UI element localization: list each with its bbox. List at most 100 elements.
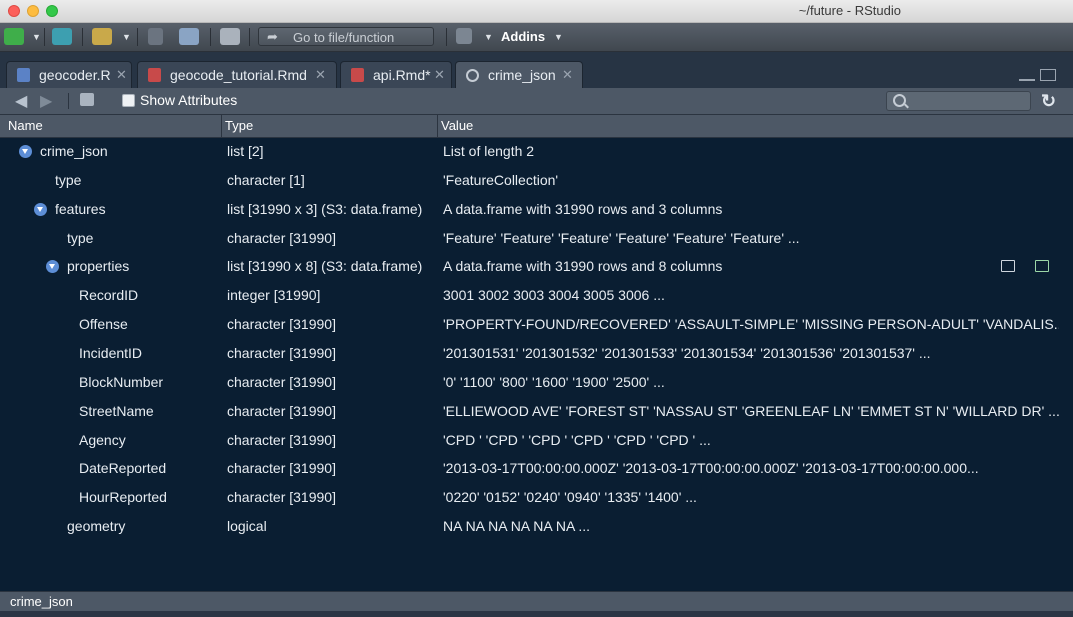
bottom-edge xyxy=(0,611,1073,617)
r-file-icon xyxy=(17,68,30,82)
tree-row[interactable]: RecordID integer [31990] 3001 3002 3003 30… xyxy=(0,281,1073,310)
row-type: character [31990] xyxy=(227,460,336,477)
column-header-row: Name Type Value xyxy=(0,115,1073,138)
row-type: logical xyxy=(227,518,267,535)
status-text: crime_json xyxy=(10,594,73,609)
row-value: 'PROPERTY-FOUND/RECOVERED' 'ASSAULT-SIMP… xyxy=(443,316,1059,333)
row-type: character [31990] xyxy=(227,229,336,246)
save-all-icon[interactable] xyxy=(179,28,199,45)
tree-row[interactable]: geometry logical NA NA NA NA NA NA ... xyxy=(0,512,1073,541)
grid-layout-icon[interactable] xyxy=(456,28,472,44)
row-value: 3001 3002 3003 3004 3005 3006 ... xyxy=(443,287,665,304)
close-tab-icon[interactable]: ✕ xyxy=(562,67,573,83)
row-value: A data.frame with 31990 rows and 8 colum… xyxy=(443,258,723,275)
tree-row[interactable]: crime_json list [2] List of length 2 xyxy=(0,137,1073,166)
minimize-pane-icon[interactable] xyxy=(1019,69,1035,81)
show-attributes-label: Show Attributes xyxy=(140,92,238,108)
new-file-dropdown-icon[interactable]: ▼ xyxy=(32,32,41,42)
new-project-icon[interactable] xyxy=(52,28,72,45)
open-file-icon[interactable] xyxy=(92,28,112,45)
close-window-button[interactable] xyxy=(8,5,20,17)
row-type: list [2] xyxy=(227,143,264,159)
maximize-pane-icon[interactable] xyxy=(1040,69,1056,81)
tree-row[interactable]: HourReported character [31990] '0220' '015… xyxy=(0,483,1073,512)
row-value: 'Feature' 'Feature' 'Feature' 'Feature' … xyxy=(443,229,800,246)
close-tab-icon[interactable]: ✕ xyxy=(116,67,127,83)
main-toolbar: ▼ ▼ ➦ Go to file/function ▼ Addins ▼ xyxy=(0,23,1073,52)
addins-dropdown-icon[interactable]: ▼ xyxy=(554,32,563,42)
row-type: list [31990 x 3] (S3: data.frame) xyxy=(227,200,423,217)
row-value: '201301531' '201301532' '201301533' '201… xyxy=(443,344,931,361)
row-value: '0220' '0152' '0240' '0940' '1335' '1400… xyxy=(443,489,697,506)
row-value: 'FeatureCollection' xyxy=(443,171,559,188)
tab-label: geocode_tutorial.Rmd xyxy=(170,67,307,83)
viewer-toolbar: ◀ ▶ Show Attributes ↻ xyxy=(0,88,1073,115)
view-table-icon[interactable] xyxy=(1001,260,1015,272)
tab-crime-json[interactable]: crime_json ✕ xyxy=(455,61,583,88)
go-to-arrow-icon: ➦ xyxy=(267,29,278,44)
open-file-dropdown-icon[interactable]: ▼ xyxy=(122,32,131,42)
tree-row[interactable]: Agency character [31990] 'CPD ' 'CPD ' 'CP… xyxy=(0,426,1073,455)
column-divider[interactable] xyxy=(221,115,222,137)
row-value: List of length 2 xyxy=(443,143,535,159)
row-type: character [31990] xyxy=(227,344,336,361)
zoom-window-button[interactable] xyxy=(46,5,58,17)
save-icon[interactable] xyxy=(148,28,163,45)
expand-toggle-icon[interactable] xyxy=(46,260,59,274)
row-value: 'CPD ' 'CPD ' 'CPD ' 'CPD ' 'CPD ' 'CPD … xyxy=(443,431,711,448)
tree-row[interactable]: BlockNumber character [31990] '0' '1100' '… xyxy=(0,368,1073,397)
tree-row[interactable]: type character [1] 'FeatureCollection' xyxy=(0,166,1073,195)
print-icon[interactable] xyxy=(220,28,240,45)
row-value: NA NA NA NA NA NA ... xyxy=(443,518,591,535)
expand-toggle-icon[interactable] xyxy=(34,202,47,216)
row-type: character [31990] xyxy=(227,431,336,448)
back-arrow-icon[interactable]: ◀ xyxy=(15,91,27,111)
column-header-name[interactable]: Name xyxy=(8,118,43,133)
tree-row[interactable]: features list [31990 x 3] (S3: data.frame… xyxy=(0,195,1073,224)
tree-row[interactable]: DateReported character [31990] '2013-03-17… xyxy=(0,454,1073,483)
tab-label: api.Rmd* xyxy=(373,67,431,83)
new-file-icon[interactable] xyxy=(4,28,24,45)
close-tab-icon[interactable]: ✕ xyxy=(434,67,445,83)
status-bar: crime_json xyxy=(0,591,1073,611)
show-attributes-checkbox[interactable] xyxy=(122,94,135,107)
toolbar-divider xyxy=(137,28,138,46)
show-in-new-window-icon[interactable] xyxy=(80,93,94,106)
tab-geocoder-r[interactable]: geocoder.R ✕ xyxy=(6,61,132,88)
add-to-code-icon[interactable] xyxy=(1035,260,1049,272)
row-type: integer [31990] xyxy=(227,287,321,304)
tree-row[interactable]: properties list [31990 x 8] (S3: data.fra… xyxy=(0,252,1073,281)
expand-toggle-icon[interactable] xyxy=(19,145,32,158)
rmd-file-icon xyxy=(148,68,161,82)
column-header-type[interactable]: Type xyxy=(225,118,253,133)
row-type: character [31990] xyxy=(227,373,336,390)
row-type: character [31990] xyxy=(227,489,336,506)
minimize-window-button[interactable] xyxy=(27,5,39,17)
tree-row[interactable]: IncidentID character [31990] '201301531' '… xyxy=(0,339,1073,368)
tree-row[interactable]: type character [31990] 'Feature' 'Feature'… xyxy=(0,224,1073,253)
row-type: character [31990] xyxy=(227,316,336,333)
toolbar-divider xyxy=(210,28,211,46)
close-tab-icon[interactable]: ✕ xyxy=(315,67,326,83)
window-titlebar: ~/future - RStudio xyxy=(0,0,1073,23)
toolbar-divider xyxy=(249,28,250,46)
tree-row[interactable]: StreetName character [31990] 'ELLIEWOOD AV… xyxy=(0,397,1073,426)
toolbar-divider xyxy=(82,28,83,46)
tab-geocode-tutorial-rmd[interactable]: geocode_tutorial.Rmd ✕ xyxy=(137,61,337,88)
go-to-file-input[interactable]: ➦ Go to file/function xyxy=(258,27,434,46)
search-input[interactable] xyxy=(886,91,1031,111)
column-header-value[interactable]: Value xyxy=(441,118,473,133)
layout-dropdown-icon[interactable]: ▼ xyxy=(484,32,493,42)
rmd-file-icon xyxy=(351,68,364,82)
row-value: 'ELLIEWOOD AVE' 'FOREST ST' 'NASSAU ST' … xyxy=(443,402,1059,419)
toolbar-divider xyxy=(44,28,45,46)
refresh-icon[interactable]: ↻ xyxy=(1041,91,1056,112)
tab-label: geocoder.R xyxy=(39,67,111,83)
tab-api-rmd[interactable]: api.Rmd* ✕ xyxy=(340,61,452,88)
tree-row[interactable]: Offense character [31990] 'PROPERTY-FOUND/… xyxy=(0,310,1073,339)
forward-arrow-icon[interactable]: ▶ xyxy=(40,91,52,111)
row-value: '0' '1100' '800' '1600' '1900' '2500' ..… xyxy=(443,373,665,390)
addins-menu[interactable]: Addins xyxy=(501,29,545,44)
column-divider[interactable] xyxy=(437,115,438,137)
editor-tabbar: geocoder.R ✕ geocode_tutorial.Rmd ✕ api.… xyxy=(0,52,1073,88)
